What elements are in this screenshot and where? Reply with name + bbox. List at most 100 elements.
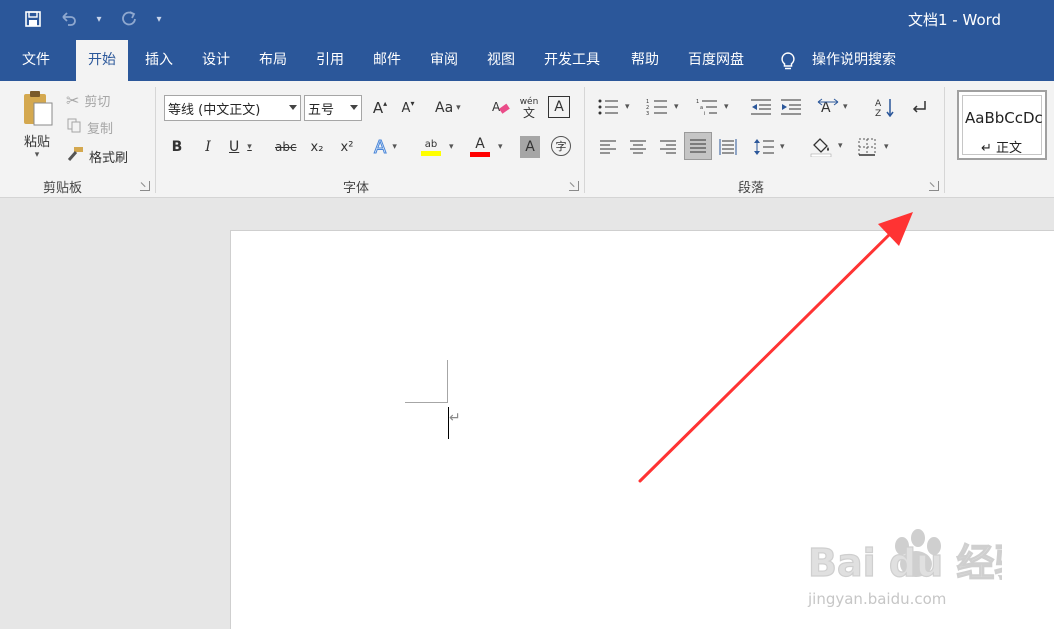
line-spacing-icon xyxy=(754,139,774,155)
font-color-button[interactable]: A ▾ xyxy=(470,134,503,160)
multilevel-list-button[interactable]: 1ai ▾ xyxy=(696,96,729,118)
paragraph-launcher-icon[interactable] xyxy=(929,181,939,191)
underline-button[interactable]: U ▾ xyxy=(229,136,252,158)
line-spacing-button[interactable]: ▾ xyxy=(754,136,785,158)
grow-font-button[interactable]: A ▴ xyxy=(370,97,390,119)
svg-text:A: A xyxy=(875,99,882,109)
bullets-button[interactable]: ▾ xyxy=(597,96,630,118)
sort-button[interactable]: AZ xyxy=(874,96,896,118)
font-color-icon: A xyxy=(470,137,490,157)
save-icon[interactable] xyxy=(22,8,44,30)
tab-help[interactable]: 帮助 xyxy=(619,40,671,81)
paragraph-mark: ↵ xyxy=(449,410,461,426)
chevron-down-icon: ▾ xyxy=(625,102,630,112)
chevron-down-icon xyxy=(350,105,358,110)
margin-corner-mark xyxy=(405,402,448,403)
phonetic-guide-button[interactable]: wén 文 xyxy=(517,94,541,122)
change-case-button[interactable]: Aa ▾ xyxy=(435,97,461,119)
strikethrough-button[interactable]: abc xyxy=(275,136,297,158)
lightbulb-icon[interactable] xyxy=(779,51,797,71)
subscript-button[interactable]: x₂ xyxy=(307,136,327,158)
paragraph-mark-icon xyxy=(912,101,926,113)
tab-baidu-netdisk[interactable]: 百度网盘 xyxy=(676,40,756,81)
character-shading-button[interactable]: A xyxy=(520,136,540,158)
style-sample-text: AaBbCcDc xyxy=(965,109,1043,127)
sort-icon: AZ xyxy=(875,99,894,117)
cut-button[interactable]: ✂ 剪切 xyxy=(66,89,110,111)
tab-design[interactable]: 设计 xyxy=(190,40,242,81)
paste-button[interactable]: 粘贴 ▾ xyxy=(14,89,60,169)
tab-mailings[interactable]: 邮件 xyxy=(361,40,413,81)
font-launcher-icon[interactable] xyxy=(569,181,579,191)
show-hide-marks-button[interactable] xyxy=(908,96,930,118)
chinese-layout-button[interactable]: A ▾ xyxy=(817,96,848,118)
margin-corner-mark xyxy=(447,360,448,402)
svg-text:1: 1 xyxy=(696,99,699,105)
paint-bucket-icon xyxy=(810,138,832,157)
copy-icon xyxy=(66,117,82,137)
tab-developer[interactable]: 开发工具 xyxy=(532,40,612,81)
undo-dropdown-icon[interactable]: ▾ xyxy=(94,8,104,30)
chevron-down-icon: ▾ xyxy=(838,141,843,151)
format-painter-icon xyxy=(66,146,84,166)
tell-me-search[interactable]: 操作说明搜索 xyxy=(800,40,908,81)
tab-home[interactable]: 开始 xyxy=(76,40,128,81)
italic-button[interactable]: I xyxy=(199,136,217,158)
font-name-select[interactable]: 等线 (中文正文) xyxy=(164,95,301,121)
svg-text:a: a xyxy=(700,105,703,111)
chevron-down-icon: ▾ xyxy=(843,102,848,112)
shrink-font-button[interactable]: A ▾ xyxy=(398,97,418,119)
customize-qat-icon[interactable]: ▾ xyxy=(154,8,164,30)
align-right-button[interactable] xyxy=(659,137,677,157)
tab-view[interactable]: 视图 xyxy=(475,40,527,81)
tab-file[interactable]: 文件 xyxy=(10,40,62,81)
numbering-button[interactable]: 123 ▾ xyxy=(646,96,679,118)
highlighter-icon: ab xyxy=(421,139,441,156)
paste-icon xyxy=(24,91,53,126)
watermark-brand: Bai du 经验 xyxy=(808,541,1002,585)
chevron-down-icon: ▾ xyxy=(780,142,785,152)
svg-text:Z: Z xyxy=(875,109,881,117)
tab-references[interactable]: 引用 xyxy=(304,40,356,81)
increase-indent-button[interactable] xyxy=(780,96,802,118)
align-center-button[interactable] xyxy=(629,137,647,157)
bold-button[interactable]: B xyxy=(168,136,186,158)
style-name-label: ↵ 正文 xyxy=(981,141,1023,156)
style-normal-tile[interactable]: AaBbCcDc ↵ 正文 xyxy=(957,90,1047,160)
title-bar: ▾ ▾ 文档1 - Word xyxy=(0,0,1054,40)
shading-button[interactable]: ▾ xyxy=(810,134,843,158)
borders-button[interactable]: ▾ xyxy=(858,136,889,158)
text-effects-button[interactable]: A ▾ xyxy=(373,135,396,159)
ribbon-tabs: 文件 开始 插入 设计 布局 引用 邮件 审阅 视图 开发工具 帮助 百度网盘 … xyxy=(0,40,1054,81)
align-left-button[interactable] xyxy=(599,137,617,157)
paste-dropdown-icon[interactable]: ▾ xyxy=(35,150,40,160)
undo-icon[interactable] xyxy=(58,8,80,30)
highlight-color-button[interactable]: ab ▾ xyxy=(421,134,454,160)
font-size-select[interactable]: 五号 xyxy=(304,95,362,121)
clipboard-launcher-icon[interactable] xyxy=(140,181,150,191)
copy-button[interactable]: 复制 xyxy=(66,116,113,138)
chevron-down-icon xyxy=(289,105,297,110)
decrease-indent-button[interactable] xyxy=(750,96,772,118)
character-border-button[interactable]: A xyxy=(548,96,570,118)
justify-icon xyxy=(690,139,706,153)
distributed-icon xyxy=(719,139,737,155)
chevron-down-icon: ▾ xyxy=(724,102,729,112)
tab-layout[interactable]: 布局 xyxy=(247,40,299,81)
chevron-down-icon: ▾ xyxy=(247,142,252,152)
justify-button[interactable] xyxy=(684,132,712,160)
tab-insert[interactable]: 插入 xyxy=(133,40,185,81)
chevron-down-icon: ▾ xyxy=(674,102,679,112)
align-center-icon xyxy=(630,140,646,154)
eraser-icon: A xyxy=(492,100,510,114)
superscript-button[interactable]: x² xyxy=(337,136,357,158)
redo-icon[interactable] xyxy=(118,8,140,30)
clear-formatting-button[interactable]: A xyxy=(490,96,512,120)
tab-review[interactable]: 审阅 xyxy=(418,40,470,81)
group-divider xyxy=(944,87,945,193)
distributed-button[interactable] xyxy=(718,137,738,157)
enclose-characters-button[interactable]: 字 xyxy=(551,136,571,156)
svg-text:3: 3 xyxy=(646,111,649,116)
chevron-down-icon: ▾ xyxy=(449,142,454,152)
format-painter-button[interactable]: 格式刷 xyxy=(66,145,128,167)
